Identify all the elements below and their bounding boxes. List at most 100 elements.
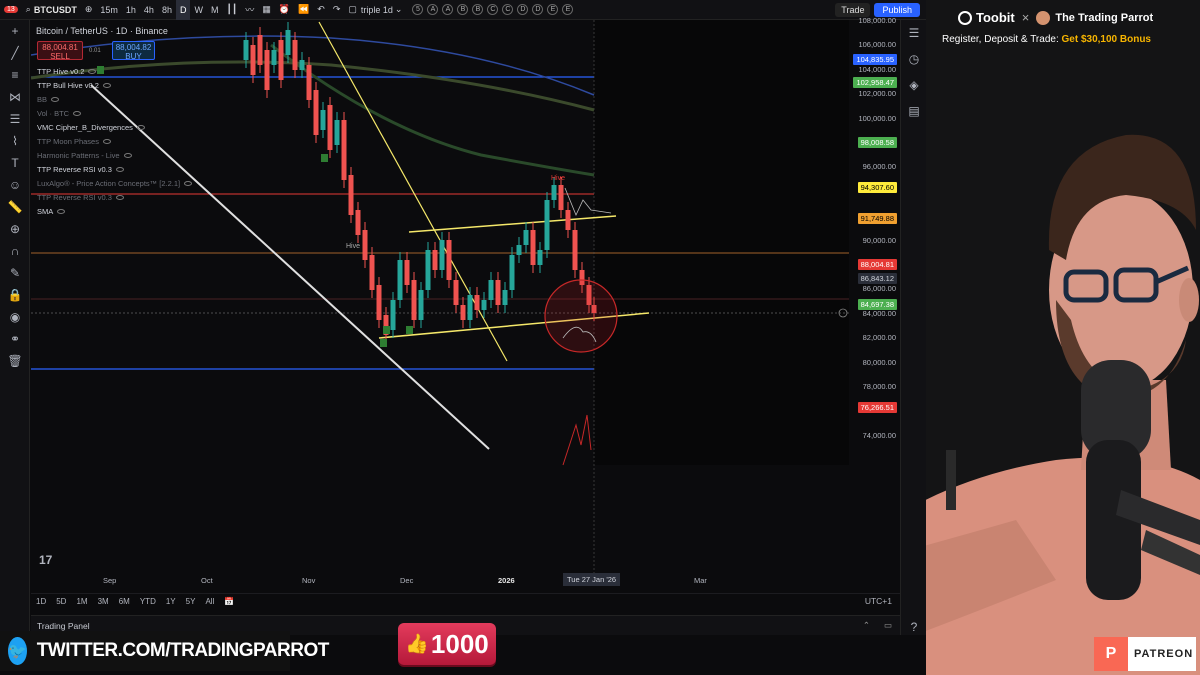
magnet-tool[interactable]: ∩ (0, 240, 30, 262)
eye-icon[interactable] (123, 152, 132, 158)
fib-tool[interactable]: ☰ (0, 108, 30, 130)
interval-w[interactable]: W (190, 0, 207, 20)
layout-slot-button[interactable]: B (472, 4, 484, 15)
range-button[interactable]: 5Y (181, 597, 201, 606)
range-button[interactable]: YTD (135, 597, 161, 606)
eye-icon[interactable] (51, 96, 60, 102)
watchlist-button[interactable]: ☰ (901, 20, 927, 46)
alerts-button[interactable]: ◷ (901, 46, 927, 72)
stay-drawing-tool[interactable]: ✎ (0, 262, 30, 284)
pattern-tool[interactable]: ⋈ (0, 86, 30, 108)
buy-label: BUY (125, 52, 142, 61)
emoji-tool[interactable]: ☺ (0, 174, 30, 196)
layers-button[interactable]: ◈ (901, 72, 927, 98)
interval-8h[interactable]: 8h (158, 0, 176, 20)
layout-slot-button[interactable]: D (532, 4, 544, 15)
layout-slot-button[interactable]: A (442, 4, 454, 15)
hide-tool[interactable]: ◉ (0, 306, 30, 328)
eye-icon[interactable] (184, 180, 193, 186)
crosshair-tool[interactable]: + (0, 20, 30, 42)
chevron-up-icon[interactable]: ⌃ (863, 620, 870, 631)
indicator-row[interactable]: TTP Bull Hive v0.2 (37, 78, 192, 92)
timezone-label[interactable]: UTC+1 (865, 596, 892, 606)
publish-button[interactable]: Publish (874, 2, 920, 17)
price-axis[interactable]: 108,000.00 106,000.00 104,000.00 102,000.00… (849, 16, 900, 585)
indicator-row[interactable]: BB (37, 92, 192, 106)
remove-tool[interactable]: ⚭ (0, 328, 30, 350)
indicator-row[interactable]: LuxAlgo® - Price Action Concepts™ [2.2.1… (37, 176, 193, 190)
alert-button[interactable]: ⏰ (275, 0, 294, 20)
eye-icon[interactable] (88, 68, 97, 74)
time-axis[interactable]: Sep Oct Nov Dec 2026 Mar (31, 573, 900, 589)
eye-icon[interactable] (73, 110, 82, 116)
indicator-row[interactable]: Vol · BTC (37, 106, 192, 120)
ruler-tool[interactable]: 📏 (0, 196, 30, 218)
candle-body (516, 245, 522, 255)
buy-button[interactable]: 88,004.82 BUY (112, 41, 155, 61)
layout-slot-button[interactable]: E (547, 4, 559, 15)
indicator-row[interactable]: TTP Hive v0.2 (37, 64, 192, 78)
replay-button[interactable]: ⏪ (294, 0, 313, 20)
indicator-row[interactable]: SMA (37, 204, 192, 218)
redo-button[interactable]: ↷ (329, 0, 345, 20)
price-label: 102,000.00 (858, 89, 896, 99)
notification-badge[interactable]: 13 (0, 0, 22, 20)
layout-slot-button[interactable]: D (517, 4, 529, 15)
indicators-button[interactable]: 〰 (241, 0, 258, 20)
eye-icon[interactable] (136, 124, 145, 130)
compare-button[interactable]: ⊕ (81, 0, 97, 20)
chart-pane[interactable]: Hive Hive Bitcoin / TetherUS · 1D · Binan… (31, 16, 900, 615)
candle-body (537, 250, 543, 265)
indicator-row[interactable]: TTP Reverse RSI v0.3 (37, 190, 192, 204)
eye-icon[interactable] (102, 82, 111, 88)
indicator-row[interactable]: TTP Moon Phases (37, 134, 192, 148)
range-button[interactable]: 1Y (161, 597, 181, 606)
range-button[interactable]: 5D (51, 597, 71, 606)
interval-4h[interactable]: 4h (140, 0, 158, 20)
symbol-search[interactable]: ⌕ BTCUSDT (22, 0, 81, 20)
eye-icon[interactable] (57, 208, 66, 214)
price-tag: 104,835.95 (853, 53, 897, 65)
help-button[interactable]: ? (901, 614, 927, 640)
layout-button[interactable]: ▢ triple 1d ⌄ (344, 0, 406, 20)
interval-d[interactable]: D (175, 0, 191, 20)
interval-1h[interactable]: 1h (122, 0, 140, 20)
layout-slot-button[interactable]: C (502, 4, 514, 15)
indicator-row[interactable]: TTP Reverse RSI v0.3 (37, 162, 192, 176)
goto-date-icon[interactable]: 📅 (219, 597, 239, 606)
chart-type-button[interactable]: ┃┃ (222, 0, 241, 20)
eye-icon[interactable] (115, 194, 124, 200)
interval-m[interactable]: M (207, 0, 223, 20)
maximize-icon[interactable]: ▭ (884, 620, 892, 631)
horizontal-line-tool[interactable]: ≡ (0, 64, 30, 86)
trendline-tool[interactable]: ╱ (0, 42, 30, 64)
lock-tool[interactable]: 🔒 (0, 284, 30, 306)
offer-bonus: Get $30,100 Bonus (1061, 34, 1151, 45)
layout-slot-button[interactable]: 5 (412, 4, 424, 15)
zoom-tool[interactable]: ⊕ (0, 218, 30, 240)
trade-button[interactable]: Trade (835, 2, 871, 17)
range-button[interactable]: 6M (114, 597, 135, 606)
layout-slot-button[interactable]: E (562, 4, 574, 15)
range-button[interactable]: 3M (93, 597, 114, 606)
indicator-row[interactable]: VMC Cipher_B_Divergences (37, 120, 192, 134)
eye-icon[interactable] (102, 138, 111, 144)
text-tool[interactable]: T (0, 152, 30, 174)
indicator-row[interactable]: Harmonic Patterns - Live (37, 148, 192, 162)
trash-tool[interactable]: 🗑 (0, 350, 30, 372)
range-buttons: 1D 5D 1M 3M 6M YTD 1Y 5Y All (31, 597, 219, 606)
shape-tool[interactable]: ⌇ (0, 130, 30, 152)
range-button[interactable]: 1M (71, 597, 92, 606)
templates-button[interactable]: ▦ (258, 0, 275, 20)
sell-button[interactable]: 88,004.81 SELL (37, 41, 83, 61)
range-button[interactable]: 1D (31, 597, 51, 606)
interval-15m[interactable]: 15m (96, 0, 122, 20)
layout-slot-button[interactable]: C (487, 4, 499, 15)
eye-icon[interactable] (115, 166, 124, 172)
templates-icon: ▦ (262, 4, 271, 14)
layout-slot-button[interactable]: A (427, 4, 439, 15)
layout-slot-button[interactable]: B (457, 4, 469, 15)
chat-button[interactable]: ▤ (901, 98, 927, 124)
range-button[interactable]: All (200, 597, 219, 606)
undo-button[interactable]: ↶ (313, 0, 329, 20)
